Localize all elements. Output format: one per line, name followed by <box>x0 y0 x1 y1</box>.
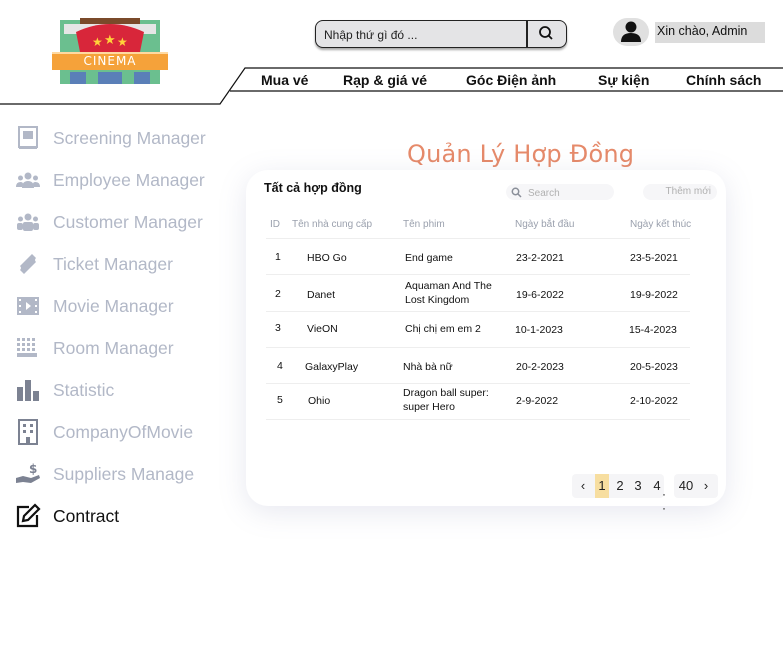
ticket-icon <box>15 251 41 277</box>
cell-supplier: VieON <box>307 323 338 335</box>
sidebar-item-label: Movie Manager <box>53 295 174 316</box>
cell-start: 10-1-2023 <box>515 324 563 336</box>
row-divider <box>266 311 690 312</box>
prev-page-button[interactable]: ‹ <box>574 474 592 498</box>
sidebar-item-employee[interactable]: Employee Manager <box>15 165 205 195</box>
sidebar-item-label: Employee Manager <box>53 169 205 190</box>
cell-end: 23-5-2021 <box>630 252 678 264</box>
column-header-start: Ngày bắt đầu <box>515 219 575 230</box>
row-divider <box>266 238 690 239</box>
svg-text:★: ★ <box>104 33 116 48</box>
sidebar-item-label: Customer Manager <box>53 211 203 232</box>
table-search-input[interactable] <box>526 184 614 202</box>
sidebar-item-statistic[interactable]: Statistic <box>15 375 114 405</box>
cell-movie: Nhà bà nữ <box>403 361 453 373</box>
sidebar-item-movie[interactable]: Movie Manager <box>15 291 174 321</box>
film-icon <box>15 293 41 319</box>
cell-supplier: Danet <box>307 289 336 301</box>
user-icon <box>621 21 641 42</box>
room-grid-icon <box>15 335 41 361</box>
sidebar-item-label: Suppliers Manage <box>53 463 195 484</box>
search-bar <box>315 20 567 48</box>
sidebar-item-company[interactable]: CompanyOfMovie <box>15 417 193 447</box>
page-3-button[interactable]: 3 <box>631 474 645 498</box>
sidebar-item-label: Screening Manager <box>53 127 206 148</box>
screening-icon <box>15 125 41 151</box>
cell-movie: Chị chị em em 2 <box>405 323 481 335</box>
row-divider <box>266 419 690 420</box>
cell-id: 4 <box>277 360 283 372</box>
cell-end: 2-10-2022 <box>630 395 678 407</box>
nav-su-kien[interactable]: Sự kiện <box>598 72 649 88</box>
nav-goc-dien-anh[interactable]: Góc Điện ảnh <box>466 72 556 88</box>
search-icon <box>539 26 553 40</box>
card-title: Tất cả hợp đồng <box>264 181 362 195</box>
search-input[interactable] <box>322 24 526 46</box>
cell-movie: Aquaman And The Lost Kingdom <box>405 280 492 306</box>
cell-end: 19-9-2022 <box>630 289 678 301</box>
cell-supplier: HBO Go <box>307 252 347 264</box>
sidebar-item-label: Contract <box>53 505 120 526</box>
row-divider <box>266 347 690 348</box>
nav-rap-gia-ve[interactable]: Rạp & giá vé <box>343 72 427 88</box>
building-icon <box>15 419 41 445</box>
sidebar-item-room[interactable]: Room Manager <box>15 333 174 363</box>
cell-id: 2 <box>275 288 281 300</box>
cell-start: 20-2-2023 <box>516 361 564 373</box>
svg-text:$: $ <box>29 462 37 476</box>
cell-id: 1 <box>275 251 281 263</box>
nav-chinh-sach[interactable]: Chính sách <box>686 72 761 88</box>
cell-start: 23-2-2021 <box>516 252 564 264</box>
bar-chart-icon <box>15 377 41 403</box>
pagination-ellipsis: · <box>662 501 666 515</box>
sidebar-item-contract[interactable]: Contract <box>15 501 119 531</box>
svg-text:★: ★ <box>117 35 128 49</box>
page-title: Quản Lý Hợp Đồng <box>407 140 635 168</box>
employee-group-icon <box>15 167 41 193</box>
search-icon <box>511 187 522 198</box>
cell-start: 2-9-2022 <box>516 395 559 407</box>
sidebar-item-label: CompanyOfMovie <box>53 421 194 442</box>
next-page-button[interactable]: › <box>698 474 714 498</box>
hand-money-icon: $ <box>15 461 41 487</box>
row-divider <box>266 383 690 384</box>
cell-id: 3 <box>275 322 281 334</box>
edit-icon <box>15 503 41 529</box>
cell-supplier: Ohio <box>308 395 331 407</box>
cell-id: 5 <box>277 394 283 406</box>
sidebar-item-screening[interactable]: Screening Manager <box>15 123 206 153</box>
page-2-button[interactable]: 2 <box>613 474 627 498</box>
cell-start: 19-6-2022 <box>516 289 564 301</box>
table-search <box>506 184 614 202</box>
pagination-ellipsis: · <box>662 487 666 501</box>
cell-movie: Dragon ball super: super Hero <box>403 387 489 413</box>
cell-supplier: GalaxyPlay <box>305 361 359 373</box>
greeting[interactable]: Xin chào, Admin <box>655 22 765 43</box>
sidebar-item-ticket[interactable]: Ticket Manager <box>15 249 173 279</box>
sidebar-item-label: Ticket Manager <box>53 253 173 274</box>
avatar[interactable] <box>613 18 649 46</box>
column-header-supplier: Tên nhà cung cấp <box>292 219 373 230</box>
sidebar-item-suppliers[interactable]: $ Suppliers Manage <box>15 459 194 489</box>
page-40-button[interactable]: 40 <box>676 474 696 498</box>
column-header-movie: Tên phim <box>403 219 445 230</box>
add-contract-button[interactable]: Thêm mới <box>643 184 717 200</box>
sidebar-item-label: Statistic <box>53 379 115 400</box>
customer-group-icon <box>15 209 41 235</box>
cell-end: 20-5-2023 <box>630 361 678 373</box>
column-header-id: ID <box>270 219 280 230</box>
row-divider <box>266 274 690 275</box>
page-1-button[interactable]: 1 <box>595 474 609 498</box>
svg-text:★: ★ <box>92 35 103 49</box>
sidebar-item-customer[interactable]: Customer Manager <box>15 207 203 237</box>
cell-end: 15-4-2023 <box>629 324 677 336</box>
sidebar-item-label: Room Manager <box>53 337 174 358</box>
column-header-end: Ngày kết thúc <box>630 219 692 230</box>
search-button[interactable] <box>528 21 566 47</box>
cell-movie: End game <box>405 252 453 264</box>
nav-mua-ve[interactable]: Mua vé <box>261 72 308 88</box>
